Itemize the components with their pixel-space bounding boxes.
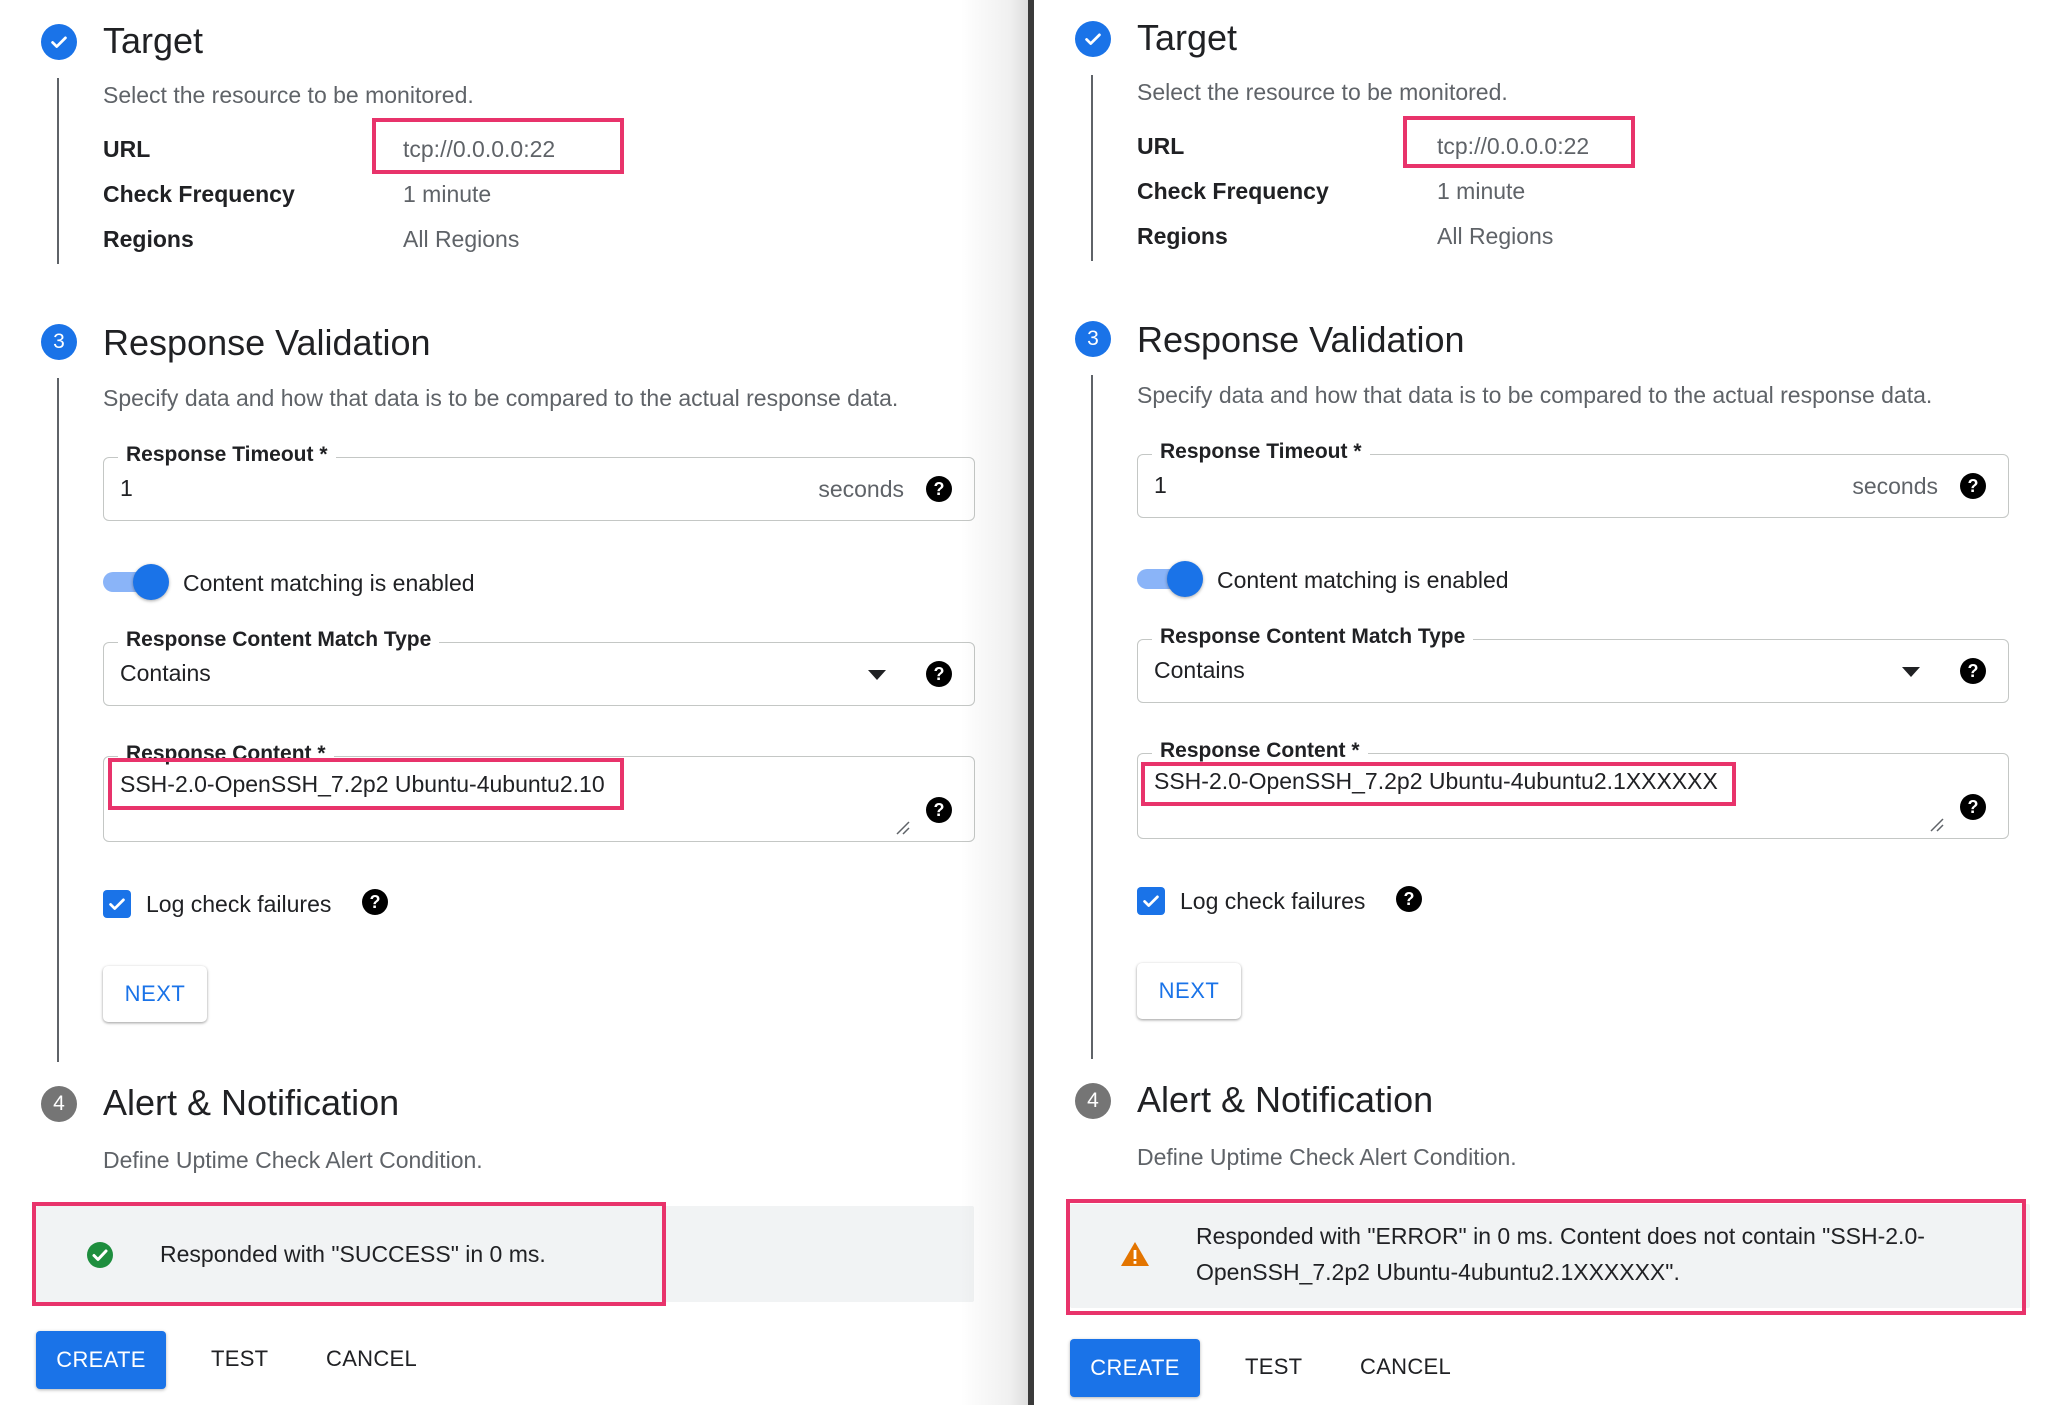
panel-shadow — [960, 0, 1030, 1424]
help-icon[interactable]: ? — [1960, 473, 1986, 499]
regions-label: Regions — [1137, 223, 1228, 249]
highlight-box — [1141, 762, 1736, 806]
step-complete-icon — [1075, 21, 1111, 57]
alert-notification-subtitle: Define Uptime Check Alert Condition. — [103, 1147, 483, 1173]
match-type-label: Response Content Match Type — [118, 628, 440, 652]
chevron-down-icon[interactable] — [1902, 667, 1920, 677]
alert-notification-title: Alert & Notification — [1137, 1079, 1434, 1120]
next-button[interactable]: NEXT — [103, 966, 207, 1022]
highlight-box — [372, 118, 624, 174]
log-check-failures-label: Log check failures — [146, 891, 332, 917]
response-content-label: Response Content * — [1152, 739, 1368, 763]
step-number-badge: 4 — [1075, 1083, 1111, 1119]
seconds-suffix: seconds — [1852, 473, 1938, 499]
step-connector — [1091, 75, 1093, 261]
regions-value: All Regions — [1437, 223, 1554, 249]
log-check-failures-checkbox[interactable] — [103, 890, 131, 918]
response-timeout-value: 1 — [120, 475, 133, 501]
right-panel: Target Select the resource to be monitor… — [1034, 0, 2054, 1424]
target-step-title: Target — [103, 20, 204, 61]
highlight-box — [108, 758, 624, 810]
target-step-subtitle: Select the resource to be monitored. — [1137, 79, 1508, 105]
url-label: URL — [1137, 133, 1185, 159]
regions-value: All Regions — [403, 226, 520, 252]
resize-grip-icon[interactable] — [1928, 816, 1944, 832]
response-timeout-value: 1 — [1154, 472, 1167, 498]
alert-notification-subtitle: Define Uptime Check Alert Condition. — [1137, 1144, 1517, 1170]
test-button[interactable]: TEST — [211, 1346, 268, 1372]
resize-grip-icon[interactable] — [894, 819, 910, 835]
step-complete-icon — [41, 24, 77, 60]
content-matching-toggle[interactable] — [103, 562, 169, 602]
match-type-label: Response Content Match Type — [1152, 625, 1474, 649]
step-connector — [1091, 375, 1093, 1059]
step-connector — [57, 378, 59, 1062]
content-matching-toggle[interactable] — [1137, 559, 1203, 599]
check-frequency-label: Check Frequency — [1137, 178, 1329, 204]
cancel-button[interactable]: CANCEL — [326, 1346, 417, 1372]
help-icon[interactable]: ? — [362, 889, 388, 915]
target-step-title: Target — [1137, 17, 1238, 58]
response-validation-title: Response Validation — [1137, 319, 1465, 360]
cancel-button[interactable]: CANCEL — [1360, 1354, 1451, 1380]
step-number-badge: 4 — [41, 1086, 77, 1122]
response-timeout-label: Response Timeout * — [118, 443, 336, 467]
step-number-badge: 3 — [1075, 321, 1111, 357]
help-icon[interactable]: ? — [1960, 794, 1986, 820]
match-type-select[interactable]: Response Content Match Type Contains ? — [1137, 625, 2009, 703]
response-validation-subtitle: Specify data and how that data is to be … — [103, 385, 899, 411]
response-validation-subtitle: Specify data and how that data is to be … — [1137, 382, 1933, 408]
response-timeout-field[interactable]: Response Timeout * 1 seconds ? — [103, 443, 975, 521]
match-type-select[interactable]: Response Content Match Type Contains ? — [103, 628, 975, 706]
help-icon[interactable]: ? — [1396, 886, 1422, 912]
create-button[interactable]: CREATE — [36, 1331, 166, 1389]
match-type-value: Contains — [120, 660, 211, 686]
create-button[interactable]: CREATE — [1070, 1339, 1200, 1397]
help-icon[interactable]: ? — [1960, 658, 1986, 684]
alert-notification-title: Alert & Notification — [103, 1082, 400, 1123]
help-icon[interactable]: ? — [926, 476, 952, 502]
response-timeout-field[interactable]: Response Timeout * 1 seconds ? — [1137, 440, 2009, 518]
check-frequency-value: 1 minute — [1437, 178, 1526, 204]
url-label: URL — [103, 136, 151, 162]
target-step-subtitle: Select the resource to be monitored. — [103, 82, 474, 108]
check-frequency-label: Check Frequency — [103, 181, 295, 207]
seconds-suffix: seconds — [818, 476, 904, 502]
highlight-box — [1066, 1199, 2026, 1315]
highlight-box — [32, 1202, 666, 1306]
log-check-failures-checkbox[interactable] — [1137, 887, 1165, 915]
step-connector — [57, 78, 59, 264]
log-check-failures-label: Log check failures — [1180, 888, 1366, 914]
highlight-box — [1403, 116, 1635, 168]
bottom-strip — [0, 1405, 2054, 1424]
left-panel: Target Select the resource to be monitor… — [0, 0, 1024, 1424]
content-matching-label: Content matching is enabled — [1217, 567, 1509, 593]
check-frequency-value: 1 minute — [403, 181, 492, 207]
help-icon[interactable]: ? — [926, 661, 952, 687]
step-number-badge: 3 — [41, 324, 77, 360]
response-validation-title: Response Validation — [103, 322, 431, 363]
match-type-value: Contains — [1154, 657, 1245, 683]
next-button[interactable]: NEXT — [1137, 963, 1241, 1019]
help-icon[interactable]: ? — [926, 797, 952, 823]
chevron-down-icon[interactable] — [868, 670, 886, 680]
regions-label: Regions — [103, 226, 194, 252]
test-button[interactable]: TEST — [1245, 1354, 1302, 1380]
response-timeout-label: Response Timeout * — [1152, 440, 1370, 464]
content-matching-label: Content matching is enabled — [183, 570, 475, 596]
